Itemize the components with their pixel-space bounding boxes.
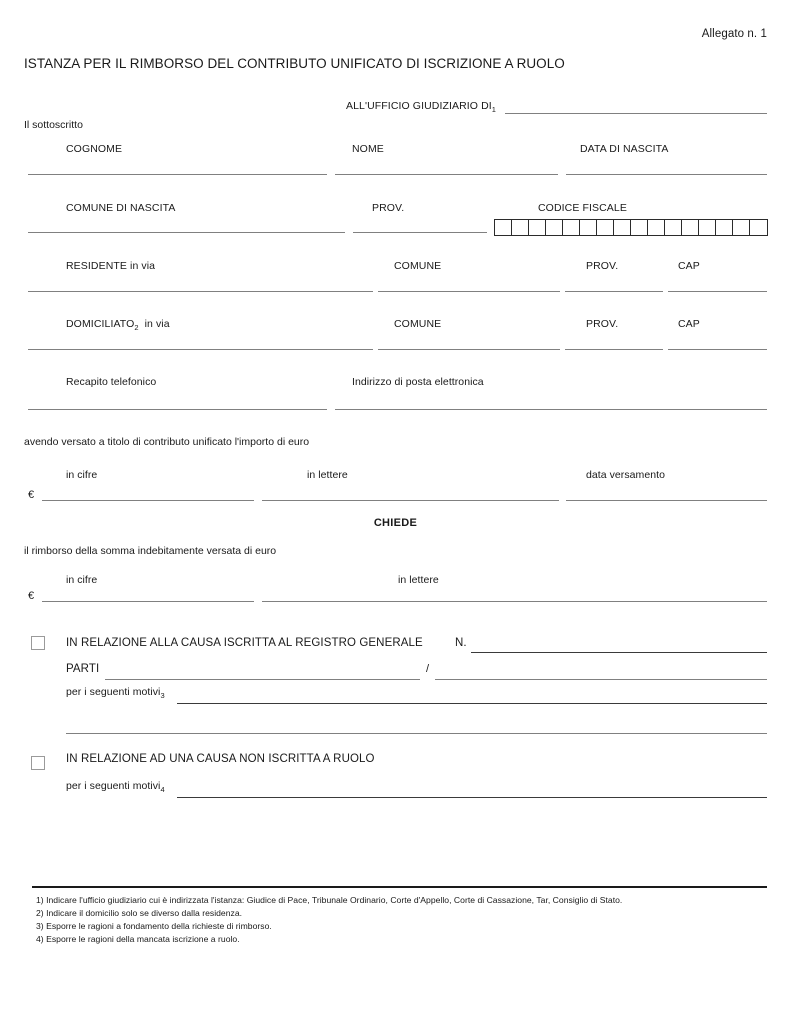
causa-iscritta-title: IN RELAZIONE ALLA CAUSA ISCRITTA AL REGI… <box>66 637 423 649</box>
codice-fiscale-cell[interactable] <box>699 220 716 235</box>
domiciliato-via-input[interactable] <box>28 349 373 350</box>
numero-rg-label: N. <box>455 637 467 649</box>
codice-fiscale-cell[interactable] <box>648 220 665 235</box>
motivi-iscritta-label: per i seguenti motivi3 <box>66 686 165 700</box>
domiciliato-label-text: DOMICILIATO <box>66 318 135 330</box>
causa-non-iscritta-title: IN RELAZIONE AD UNA CAUSA NON ISCRITTA A… <box>66 753 375 765</box>
rimborso-cifre-input[interactable] <box>42 601 254 602</box>
codice-fiscale-cell[interactable] <box>580 220 597 235</box>
versamento-euro-symbol: € <box>28 489 35 501</box>
checkbox-causa-non-iscritta[interactable] <box>31 756 45 770</box>
footnote-marker-2: 2 <box>134 323 139 333</box>
cognome-input[interactable] <box>28 174 327 175</box>
allegato-label: Allegato n. 1 <box>701 28 767 40</box>
codice-fiscale-cell[interactable] <box>682 220 699 235</box>
codice-fiscale-input[interactable] <box>494 219 768 236</box>
footnote-item: 2) Indicare il domicilio solo se diverso… <box>36 908 243 918</box>
motivi-iscritta-label-text: per i seguenti motivi <box>66 686 161 698</box>
footnote-item: 1) Indicare l'ufficio giudiziario cui è … <box>36 895 623 905</box>
versamento-data-label: data versamento <box>586 469 665 481</box>
email-label: Indirizzo di posta elettronica <box>352 376 484 388</box>
numero-rg-input[interactable] <box>471 652 767 653</box>
comune-nascita-label: COMUNE DI NASCITA <box>66 202 176 214</box>
codice-fiscale-cell[interactable] <box>716 220 733 235</box>
residente-comune-input[interactable] <box>378 291 560 292</box>
page-title: ISTANZA PER IL RIMBORSO DEL CONTRIBUTO U… <box>24 56 565 71</box>
footnote-marker-1: 1 <box>491 105 496 115</box>
comune-nascita-input[interactable] <box>28 232 345 233</box>
ufficio-giudiziario-label: ALL'UFFICIO GIUDIZIARIO DI1 <box>346 100 496 114</box>
nome-label: NOME <box>352 143 384 155</box>
domiciliato-comune-label: COMUNE <box>394 318 442 330</box>
footnote-item: 3) Esporre le ragioni a fondamento della… <box>36 921 272 931</box>
form-page: Allegato n. 1 ISTANZA PER IL RIMBORSO DE… <box>0 0 791 1024</box>
motivi-iscritta-input-line2[interactable] <box>66 733 767 734</box>
residente-prov-label: PROV. <box>586 260 619 272</box>
residente-label: RESIDENTE in via <box>66 260 156 272</box>
codice-fiscale-label: CODICE FISCALE <box>538 202 627 214</box>
residente-cap-input[interactable] <box>668 291 767 292</box>
nome-input[interactable] <box>335 174 558 175</box>
versamento-intro: avendo versato a titolo di contributo un… <box>24 436 310 448</box>
codice-fiscale-cell[interactable] <box>546 220 563 235</box>
codice-fiscale-cell[interactable] <box>597 220 614 235</box>
footnote-separator <box>32 886 767 888</box>
checkbox-causa-iscritta[interactable] <box>31 636 45 650</box>
domiciliato-label: DOMICILIATO2 in via <box>66 318 170 332</box>
codice-fiscale-cell[interactable] <box>750 220 767 235</box>
chiede-heading: CHIEDE <box>373 517 418 529</box>
codice-fiscale-cell[interactable] <box>563 220 580 235</box>
residente-via-input[interactable] <box>28 291 373 292</box>
domiciliato-label-suffix: in via <box>144 318 170 330</box>
footnote-marker-4: 4 <box>160 785 165 795</box>
codice-fiscale-cell[interactable] <box>512 220 529 235</box>
ufficio-giudiziario-label-text: ALL'UFFICIO GIUDIZIARIO DI <box>346 100 492 112</box>
parti-label: PARTI <box>66 663 100 675</box>
telefono-input[interactable] <box>28 409 327 410</box>
residente-prov-input[interactable] <box>565 291 663 292</box>
prov-nascita-label: PROV. <box>372 202 405 214</box>
sottoscritto-intro: Il sottoscritto <box>24 119 83 131</box>
motivi-non-iscritta-input[interactable] <box>177 797 767 798</box>
rimborso-intro: il rimborso della somma indebitamente ve… <box>24 545 277 557</box>
parti-second-input[interactable] <box>435 679 767 680</box>
versamento-data-input[interactable] <box>566 500 767 501</box>
codice-fiscale-cell[interactable] <box>614 220 631 235</box>
codice-fiscale-cell[interactable] <box>665 220 682 235</box>
data-nascita-label: DATA DI NASCITA <box>580 143 669 155</box>
rimborso-cifre-label: in cifre <box>66 574 98 586</box>
domiciliato-prov-label: PROV. <box>586 318 619 330</box>
versamento-lettere-input[interactable] <box>262 500 559 501</box>
parti-separator: / <box>426 663 430 675</box>
domiciliato-prov-input[interactable] <box>565 349 663 350</box>
telefono-label: Recapito telefonico <box>66 376 157 388</box>
rimborso-lettere-label: in lettere <box>398 574 439 586</box>
codice-fiscale-cell[interactable] <box>495 220 512 235</box>
domiciliato-cap-label: CAP <box>678 318 700 330</box>
ufficio-giudiziario-input[interactable] <box>505 113 767 114</box>
motivi-non-iscritta-label-text: per i seguenti motivi <box>66 780 161 792</box>
rimborso-euro-symbol: € <box>28 590 35 602</box>
prov-nascita-input[interactable] <box>353 232 487 233</box>
versamento-cifre-label: in cifre <box>66 469 98 481</box>
footnote-item: 4) Esporre le ragioni della mancata iscr… <box>36 934 240 944</box>
versamento-lettere-label: in lettere <box>307 469 348 481</box>
domiciliato-cap-input[interactable] <box>668 349 767 350</box>
footnote-marker-3: 3 <box>160 691 165 701</box>
residente-cap-label: CAP <box>678 260 700 272</box>
codice-fiscale-cell[interactable] <box>733 220 750 235</box>
domiciliato-comune-input[interactable] <box>378 349 560 350</box>
data-nascita-input[interactable] <box>566 174 767 175</box>
cognome-label: COGNOME <box>66 143 123 155</box>
parti-first-input[interactable] <box>105 679 420 680</box>
motivi-iscritta-input[interactable] <box>177 703 767 704</box>
email-input[interactable] <box>335 409 767 410</box>
rimborso-lettere-input[interactable] <box>262 601 767 602</box>
codice-fiscale-cell[interactable] <box>631 220 648 235</box>
codice-fiscale-cell[interactable] <box>529 220 546 235</box>
residente-comune-label: COMUNE <box>394 260 442 272</box>
versamento-cifre-input[interactable] <box>42 500 254 501</box>
footnote-list: 1) Indicare l'ufficio giudiziario cui è … <box>36 895 622 947</box>
motivi-non-iscritta-label: per i seguenti motivi4 <box>66 780 165 794</box>
